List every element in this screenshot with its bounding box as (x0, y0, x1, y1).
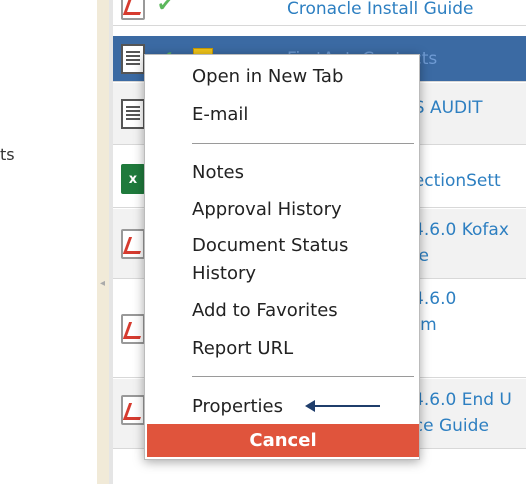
menu-item-add-favorites[interactable]: Add to Favorites (192, 297, 338, 325)
menu-item-approval-history[interactable]: Approval History (192, 196, 342, 224)
list-item[interactable]: ✔ Cronacle Install Guide (113, 0, 526, 26)
excel-icon: x (121, 164, 145, 194)
menu-item-properties[interactable]: Properties (192, 393, 283, 421)
panel-divider (97, 0, 109, 484)
collapse-arrow-icon[interactable]: ◂ (100, 278, 105, 289)
menu-item-open-new-tab[interactable]: Open in New Tab (192, 63, 343, 91)
pdf-icon (121, 395, 145, 425)
cancel-button[interactable]: Cancel (147, 424, 419, 457)
menu-item-notes[interactable]: Notes (192, 159, 244, 187)
pdf-icon (121, 0, 145, 20)
checkmark-icon: ✔ (157, 0, 174, 16)
annotation-arrow (310, 405, 380, 407)
menu-separator (192, 376, 414, 377)
left-panel-text: ts (0, 145, 15, 164)
left-panel: ts (0, 0, 97, 484)
menu-separator (192, 143, 414, 144)
pdf-icon (121, 314, 145, 344)
document-icon (121, 44, 145, 74)
menu-item-document-status-history-line2[interactable]: History (192, 260, 256, 288)
menu-item-email[interactable]: E-mail (192, 101, 248, 129)
menu-item-report-url[interactable]: Report URL (192, 335, 293, 363)
pdf-icon (121, 229, 145, 259)
document-link[interactable]: Cronacle Install Guide (287, 0, 474, 22)
menu-item-document-status-history[interactable]: Document Status (192, 232, 348, 260)
context-menu: Open in New Tab E-mail Notes Approval Hi… (144, 54, 420, 460)
document-icon (121, 99, 145, 129)
